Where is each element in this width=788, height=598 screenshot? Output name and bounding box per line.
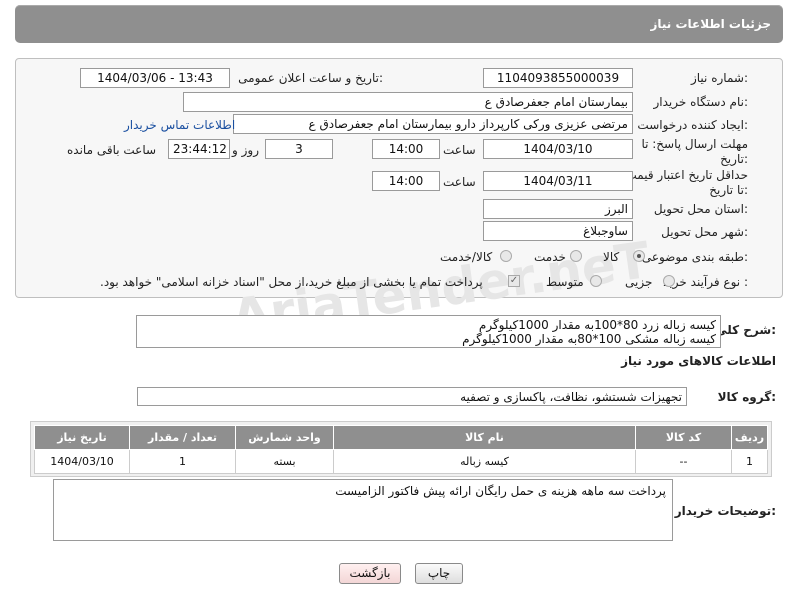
description-line-2: کیسه زباله مشکی 100*80به مقدار 1000کیلوگ… — [462, 332, 716, 346]
table-header-row: ردیف کد کالا نام کالا واحد شمارش تعداد /… — [34, 425, 768, 450]
cell-quantity: 1 — [129, 449, 236, 474]
goods-group-label: گروه کالا: — [717, 390, 776, 404]
col-quantity: تعداد / مقدار — [129, 425, 236, 450]
category-radio-goods-service[interactable] — [500, 250, 512, 262]
process-type-label: نوع فرآیند خرید : — [663, 275, 748, 289]
process-radio-medium[interactable] — [590, 275, 602, 287]
requester-label: ایجاد کننده درخواست: — [637, 118, 748, 132]
need-number-label: شماره نیاز: — [690, 71, 748, 85]
goods-table-container: ردیف کد کالا نام کالا واحد شمارش تعداد /… — [30, 421, 772, 477]
reply-deadline-label: مهلت ارسال پاسخ: تا تاریخ: — [641, 137, 748, 166]
col-row-number: ردیف — [731, 425, 768, 450]
col-unit: واحد شمارش — [235, 425, 334, 450]
print-button[interactable]: چاپ — [415, 563, 463, 584]
city-field: ساوجبلاغ — [483, 221, 633, 241]
province-field: البرز — [483, 199, 633, 219]
remaining-label: ساعت باقی مانده — [67, 143, 157, 157]
requester-field: مرتضی عزیزی ورکی کارپرداز دارو بیمارستان… — [233, 114, 633, 134]
col-need-date: تاریخ نیاز — [34, 425, 130, 450]
col-goods-code: کد کالا — [635, 425, 732, 450]
buyer-notes-textarea[interactable]: پرداخت سه ماهه هزینه ی حمل رایگان ارائه … — [53, 479, 673, 541]
cell-row-number: 1 — [731, 449, 768, 474]
cell-goods-name: کیسه زباله — [333, 449, 636, 474]
reply-days-field: 3 — [265, 139, 333, 159]
province-label: استان محل تحویل: — [653, 202, 748, 216]
announce-date-label: تاریخ و ساعت اعلان عمومی: — [238, 71, 383, 85]
validity-hour-field: 14:00 — [372, 171, 440, 191]
back-button[interactable]: بازگشت — [339, 563, 401, 584]
price-validity-label: حداقل تاریخ اعتبار قیمت: تا تاریخ: — [621, 168, 748, 197]
buyer-org-label: نام دستگاه خریدار: — [653, 95, 749, 109]
category-option-goods: کالا — [603, 250, 620, 264]
process-radio-minor[interactable] — [663, 275, 675, 287]
payment-checkbox[interactable]: ✓ — [508, 275, 520, 287]
process-option-medium: متوسط — [546, 275, 584, 289]
cell-unit: بسته — [235, 449, 334, 474]
table-row: 1 -- کیسه زباله بسته 1 1404/03/10 — [34, 449, 768, 474]
cell-goods-code: -- — [635, 449, 732, 474]
buyer-notes-label: توضیحات خریدار: — [674, 504, 776, 518]
reply-hour-label: ساعت — [443, 143, 476, 157]
need-number-field: 1104093855000039 — [483, 68, 633, 88]
description-textarea[interactable]: کیسه زباله زرد 80*100به مقدار 1000کیلوگر… — [136, 315, 721, 348]
category-radio-service[interactable] — [570, 250, 582, 262]
remaining-time-field: 23:44:12 — [168, 139, 230, 159]
reply-date-field: 1404/03/10 — [483, 139, 633, 159]
announce-date-field: 1404/03/06 - 13:43 — [80, 68, 230, 88]
validity-hour-label: ساعت — [443, 175, 476, 189]
page-header: جزئیات اطلاعات نیاز — [15, 5, 783, 43]
city-label: شهر محل تحویل: — [661, 225, 748, 239]
cell-need-date: 1404/03/10 — [34, 449, 130, 474]
col-goods-name: نام کالا — [333, 425, 636, 450]
category-option-goods-service: کالا/خدمت — [440, 250, 493, 264]
goods-group-field: تجهیزات شستشو، نظافت، پاکسازی و تصفیه — [137, 387, 687, 406]
goods-info-heading: اطلاعات کالاهای مورد نیاز — [621, 354, 776, 368]
category-option-service: خدمت — [534, 250, 566, 264]
contact-info-link[interactable]: اطلاعات تماس خریدار — [124, 118, 235, 132]
goods-table: ردیف کد کالا نام کالا واحد شمارش تعداد /… — [34, 425, 768, 474]
description-line-1: کیسه زباله زرد 80*100به مقدار 1000کیلوگر… — [478, 318, 716, 332]
day-and-label: روز و — [232, 143, 259, 157]
category-radio-goods[interactable] — [633, 250, 645, 262]
category-label: طبقه بندی موضوعی: — [641, 250, 748, 264]
reply-hour-field: 14:00 — [372, 139, 440, 159]
page-title: جزئیات اطلاعات نیاز — [650, 17, 771, 31]
validity-date-field: 1404/03/11 — [483, 171, 633, 191]
buyer-notes-text: پرداخت سه ماهه هزینه ی حمل رایگان ارائه … — [335, 484, 666, 498]
buyer-org-field: بیمارستان امام جعفرصادق ع — [183, 92, 633, 112]
process-option-minor: جزیی — [625, 275, 653, 289]
payment-note: پرداخت تمام یا بخشی از مبلغ خرید،از محل … — [100, 275, 483, 289]
